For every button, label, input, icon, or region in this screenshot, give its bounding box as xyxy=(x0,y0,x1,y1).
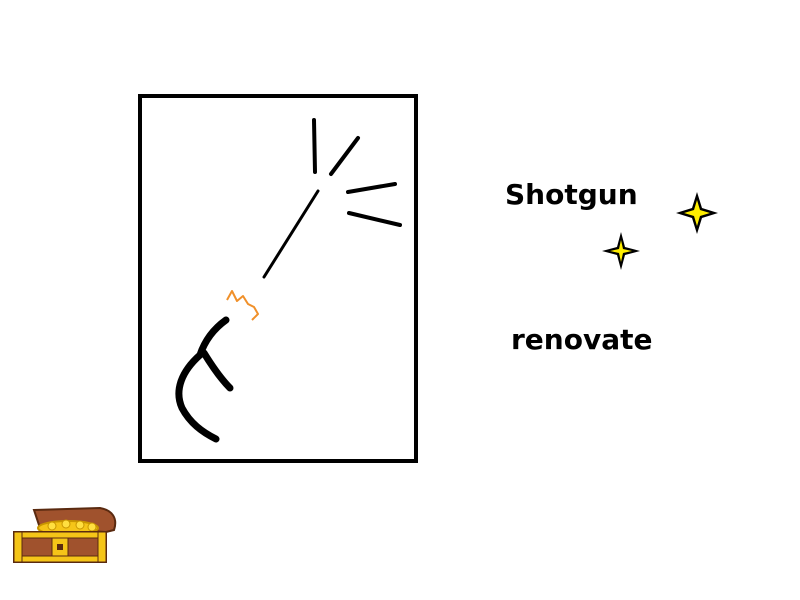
gun-strokes xyxy=(175,316,234,443)
sketch-drawing xyxy=(175,118,402,443)
sparkle-icon xyxy=(676,192,718,234)
game-canvas: Shotgun renovate xyxy=(0,0,800,600)
sparkle-icon xyxy=(602,232,640,270)
guess-word: renovate xyxy=(511,323,653,356)
target-word: Shotgun xyxy=(505,178,638,211)
gun-grip-stroke xyxy=(200,349,234,392)
burst-lines xyxy=(312,118,402,227)
muzzle-flash xyxy=(226,290,259,321)
burst-line xyxy=(329,136,360,176)
shot-trail-line xyxy=(262,189,320,279)
treasure-chest-icon[interactable] xyxy=(8,506,120,568)
drawing-canvas[interactable] xyxy=(138,94,418,463)
burst-line xyxy=(347,211,402,227)
burst-line xyxy=(312,118,317,174)
burst-line xyxy=(346,182,397,194)
